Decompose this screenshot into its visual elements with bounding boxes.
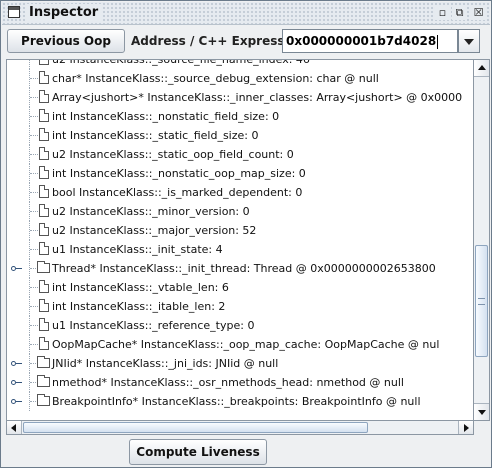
scroll-right-button[interactable] xyxy=(458,421,473,434)
document-icon xyxy=(39,166,49,179)
tree-row-label: char* InstanceKlass::_source_debug_exten… xyxy=(52,72,379,85)
scroll-corner xyxy=(474,421,490,435)
tree-row-label: u1 InstanceKlass::_init_state: 4 xyxy=(52,243,223,256)
document-icon xyxy=(39,147,49,160)
expand-handle-icon[interactable] xyxy=(11,264,22,273)
scroll-left-button[interactable] xyxy=(7,421,22,434)
tree-row-label: JNIid* InstanceKlass::_jni_ids: JNIid @ … xyxy=(52,357,279,370)
tree-row[interactable]: JNIid* InstanceKlass::_jni_ids: JNIid @ … xyxy=(7,354,473,373)
expand-handle-icon[interactable] xyxy=(11,359,22,368)
document-icon xyxy=(39,90,49,103)
tree-row[interactable]: u1 InstanceKlass::_reference_type: 0 xyxy=(7,316,473,335)
vertical-scroll-thumb[interactable] xyxy=(475,245,488,357)
tree-row-label: u2 InstanceKlass::_static_oop_field_coun… xyxy=(52,148,294,161)
tree-row-label: u1 InstanceKlass::_reference_type: 0 xyxy=(52,319,255,332)
inspector-tree[interactable]: u2 InstanceKlass::_source_file_name_inde… xyxy=(6,59,474,421)
tree-row-label: int InstanceKlass::_static_field_size: 0 xyxy=(52,129,259,142)
tree-row[interactable]: nmethod* InstanceKlass::_osr_nmethods_he… xyxy=(7,373,473,392)
tree-row[interactable]: int InstanceKlass::_static_field_size: 0 xyxy=(7,126,473,145)
tree-row-label: int InstanceKlass::_vtable_len: 6 xyxy=(52,281,229,294)
document-icon xyxy=(39,299,49,312)
tree-row-label: u2 InstanceKlass::_major_version: 52 xyxy=(52,224,257,237)
document-icon xyxy=(39,71,49,84)
address-input[interactable]: 0x000000001b7d4028 xyxy=(282,29,458,53)
folder-icon xyxy=(37,356,50,368)
tree-row-label: int InstanceKlass::_nonstatic_oop_map_si… xyxy=(52,167,306,180)
tree-row-label: int InstanceKlass::_itable_len: 2 xyxy=(52,300,226,313)
window-title: Inspector xyxy=(25,4,103,21)
tree-row[interactable]: u2 InstanceKlass::_static_oop_field_coun… xyxy=(7,145,473,164)
horizontal-scrollbar[interactable] xyxy=(6,421,474,435)
folder-icon xyxy=(37,394,50,406)
document-icon xyxy=(39,60,49,65)
document-icon xyxy=(39,280,49,293)
arrow-up-icon xyxy=(478,65,486,70)
grip-icon xyxy=(478,298,485,305)
tree-row[interactable]: u2 InstanceKlass::_major_version: 52 xyxy=(7,221,473,240)
tree-row-label: bool InstanceKlass::_is_marked_dependent… xyxy=(52,186,303,199)
title-bar[interactable]: Inspector ▫ ⧉ ☒ xyxy=(2,2,490,25)
toolbar: Previous Oop Address / C++ Expression: 0… xyxy=(2,25,490,57)
tree-row[interactable]: OopMapCache* InstanceKlass::_oop_map_cac… xyxy=(7,335,473,354)
tree-row-label: BreakpointInfo* InstanceKlass::_breakpoi… xyxy=(52,395,421,408)
tree-row-label: u2 InstanceKlass::_minor_version: 0 xyxy=(52,205,250,218)
tree-row[interactable]: BreakpointInfo* InstanceKlass::_breakpoi… xyxy=(7,392,473,411)
previous-oop-button[interactable]: Previous Oop xyxy=(7,29,125,53)
text-caret xyxy=(437,34,439,49)
document-icon xyxy=(39,337,49,350)
tree-row-label: int InstanceKlass::_nonstatic_field_size… xyxy=(52,110,280,123)
tree-row[interactable]: int InstanceKlass::_itable_len: 2 xyxy=(7,297,473,316)
scroll-up-button[interactable] xyxy=(474,60,489,77)
maximize-icon[interactable]: ⧉ xyxy=(452,5,467,20)
tree-row[interactable]: u2 InstanceKlass::_source_file_name_inde… xyxy=(7,59,473,69)
close-icon[interactable]: ☒ xyxy=(471,5,486,20)
folder-icon xyxy=(37,375,50,387)
horizontal-scroll-thumb[interactable] xyxy=(23,422,368,433)
address-dropdown-button[interactable] xyxy=(458,29,480,53)
chevron-down-icon xyxy=(464,39,474,45)
arrow-left-icon xyxy=(11,424,16,432)
tree-connector-line xyxy=(29,60,31,69)
tree-row[interactable]: u1 InstanceKlass::_init_state: 4 xyxy=(7,240,473,259)
vertical-scrollbar[interactable] xyxy=(474,59,490,421)
tree-row[interactable]: Thread* InstanceKlass::_init_thread: Thr… xyxy=(7,259,473,278)
iconify-icon[interactable]: ▫ xyxy=(435,5,450,20)
scroll-down-button[interactable] xyxy=(474,403,489,420)
tree-row[interactable]: u2 InstanceKlass::_minor_version: 0 xyxy=(7,202,473,221)
folder-icon xyxy=(37,261,50,273)
tree-row[interactable]: int InstanceKlass::_nonstatic_field_size… xyxy=(7,107,473,126)
tree-row-label: u2 InstanceKlass::_source_file_name_inde… xyxy=(52,59,310,66)
inspector-window: Inspector ▫ ⧉ ☒ Previous Oop Address / C… xyxy=(0,0,492,468)
address-value: 0x000000001b7d4028 xyxy=(286,34,437,48)
tree-row-label: nmethod* InstanceKlass::_osr_nmethods_he… xyxy=(52,376,404,389)
expand-handle-icon[interactable] xyxy=(11,378,22,387)
document-icon xyxy=(39,109,49,122)
tree-row-label: Thread* InstanceKlass::_init_thread: Thr… xyxy=(52,262,436,275)
arrow-right-icon xyxy=(464,424,469,432)
tree-row[interactable]: char* InstanceKlass::_source_debug_exten… xyxy=(7,69,473,88)
document-icon xyxy=(39,242,49,255)
document-icon xyxy=(39,128,49,141)
tree-row-label: OopMapCache* InstanceKlass::_oop_map_cac… xyxy=(52,338,440,351)
arrow-down-icon xyxy=(478,410,486,415)
tree-row[interactable]: int InstanceKlass::_nonstatic_oop_map_si… xyxy=(7,164,473,183)
tree-row[interactable]: bool InstanceKlass::_is_marked_dependent… xyxy=(7,183,473,202)
document-icon xyxy=(39,204,49,217)
tree-row-label: Array<jushort>* InstanceKlass::_inner_cl… xyxy=(52,91,463,104)
expand-handle-icon[interactable] xyxy=(11,397,22,406)
document-icon xyxy=(39,318,49,331)
tree-row[interactable]: int InstanceKlass::_vtable_len: 6 xyxy=(7,278,473,297)
document-icon xyxy=(39,223,49,236)
window-icon xyxy=(8,6,20,18)
compute-liveness-button[interactable]: Compute Liveness xyxy=(129,439,267,465)
document-icon xyxy=(39,185,49,198)
tree-row[interactable]: Array<jushort>* InstanceKlass::_inner_cl… xyxy=(7,88,473,107)
